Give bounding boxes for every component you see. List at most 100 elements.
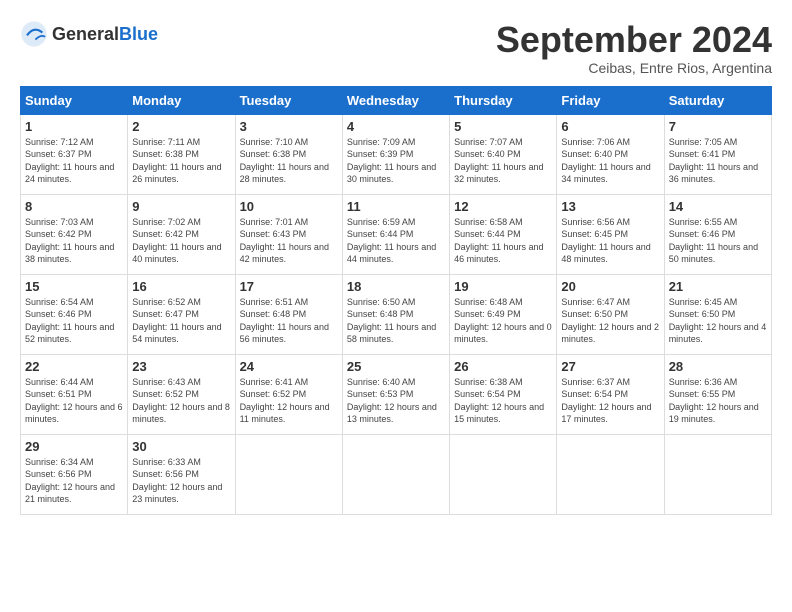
day-number: 28 [669,359,767,374]
calendar-cell: 12 Sunrise: 6:58 AMSunset: 6:44 PMDayligh… [450,194,557,274]
day-info: Sunrise: 6:58 AMSunset: 6:44 PMDaylight:… [454,216,552,266]
day-info: Sunrise: 7:10 AMSunset: 6:38 PMDaylight:… [240,136,338,186]
day-info: Sunrise: 6:38 AMSunset: 6:54 PMDaylight:… [454,376,552,426]
day-number: 29 [25,439,123,454]
day-info: Sunrise: 7:11 AMSunset: 6:38 PMDaylight:… [132,136,230,186]
calendar-cell: 26Sunrise: 6:38 AMSunset: 6:54 PMDayligh… [450,354,557,434]
day-info: Sunrise: 6:51 AMSunset: 6:48 PMDaylight:… [240,296,338,346]
day-info: Sunrise: 6:54 AMSunset: 6:46 PMDaylight:… [25,296,123,346]
day-number: 10 [240,199,338,214]
col-thursday: Thursday [450,86,557,114]
col-sunday: Sunday [21,86,128,114]
day-number: 23 [132,359,230,374]
col-wednesday: Wednesday [342,86,449,114]
day-number: 9 [132,199,230,214]
calendar-cell: 15 Sunrise: 6:54 AMSunset: 6:46 PMDayligh… [21,274,128,354]
day-info: Sunrise: 6:59 AMSunset: 6:44 PMDaylight:… [347,216,445,266]
day-info: Sunrise: 6:44 AMSunset: 6:51 PMDaylight:… [25,376,123,426]
calendar-cell: 4Sunrise: 7:09 AMSunset: 6:39 PMDaylight… [342,114,449,194]
calendar-cell [557,434,664,514]
day-info: Sunrise: 6:56 AMSunset: 6:45 PMDaylight:… [561,216,659,266]
day-info: Sunrise: 6:36 AMSunset: 6:55 PMDaylight:… [669,376,767,426]
week-row-2: 8 Sunrise: 7:03 AMSunset: 6:42 PMDaylight… [21,194,772,274]
day-info: Sunrise: 6:52 AMSunset: 6:47 PMDaylight:… [132,296,230,346]
day-number: 4 [347,119,445,134]
day-number: 3 [240,119,338,134]
day-number: 11 [347,199,445,214]
day-number: 20 [561,279,659,294]
day-number: 21 [669,279,767,294]
page-header: General Blue September 2024 Ceibas, Entr… [20,20,772,76]
day-info: Sunrise: 6:45 AMSunset: 6:50 PMDaylight:… [669,296,767,346]
calendar-table: Sunday Monday Tuesday Wednesday Thursday… [20,86,772,515]
day-number: 24 [240,359,338,374]
day-number: 14 [669,199,767,214]
calendar-cell [450,434,557,514]
calendar-cell: 20 Sunrise: 6:47 AMSunset: 6:50 PMDayligh… [557,274,664,354]
calendar-cell: 2 Sunrise: 7:11 AMSunset: 6:38 PMDaylight… [128,114,235,194]
month-title: September 2024 [496,20,772,60]
calendar-cell: 11 Sunrise: 6:59 AMSunset: 6:44 PMDayligh… [342,194,449,274]
calendar-cell: 30 Sunrise: 6:33 AMSunset: 6:56 PMDayligh… [128,434,235,514]
title-section: September 2024 Ceibas, Entre Rios, Argen… [496,20,772,76]
day-number: 2 [132,119,230,134]
day-number: 25 [347,359,445,374]
calendar-cell [235,434,342,514]
calendar-cell: 3 Sunrise: 7:10 AMSunset: 6:38 PMDaylight… [235,114,342,194]
week-row-3: 15 Sunrise: 6:54 AMSunset: 6:46 PMDayligh… [21,274,772,354]
col-saturday: Saturday [664,86,771,114]
day-info: Sunrise: 6:43 AMSunset: 6:52 PMDaylight:… [132,376,230,426]
day-info: Sunrise: 6:40 AMSunset: 6:53 PMDaylight:… [347,376,445,426]
day-number: 27 [561,359,659,374]
logo-icon [20,20,48,48]
calendar-cell: 28 Sunrise: 6:36 AMSunset: 6:55 PMDayligh… [664,354,771,434]
calendar-cell: 19 Sunrise: 6:48 AMSunset: 6:49 PMDayligh… [450,274,557,354]
calendar-cell: 21 Sunrise: 6:45 AMSunset: 6:50 PMDayligh… [664,274,771,354]
calendar-cell: 14Sunrise: 6:55 AMSunset: 6:46 PMDayligh… [664,194,771,274]
day-number: 8 [25,199,123,214]
day-info: Sunrise: 7:03 AMSunset: 6:42 PMDaylight:… [25,216,123,266]
day-number: 15 [25,279,123,294]
calendar-cell: 27 Sunrise: 6:37 AMSunset: 6:54 PMDayligh… [557,354,664,434]
day-info: Sunrise: 7:05 AMSunset: 6:41 PMDaylight:… [669,136,767,186]
week-row-4: 22Sunrise: 6:44 AMSunset: 6:51 PMDayligh… [21,354,772,434]
week-row-5: 29Sunrise: 6:34 AMSunset: 6:56 PMDayligh… [21,434,772,514]
calendar-cell: 17 Sunrise: 6:51 AMSunset: 6:48 PMDayligh… [235,274,342,354]
day-info: Sunrise: 7:07 AMSunset: 6:40 PMDaylight:… [454,136,552,186]
day-number: 17 [240,279,338,294]
day-number: 1 [25,119,123,134]
calendar-cell: 13 Sunrise: 6:56 AMSunset: 6:45 PMDayligh… [557,194,664,274]
calendar-cell: 25 Sunrise: 6:40 AMSunset: 6:53 PMDayligh… [342,354,449,434]
calendar-cell: 5 Sunrise: 7:07 AMSunset: 6:40 PMDaylight… [450,114,557,194]
location-subtitle: Ceibas, Entre Rios, Argentina [496,60,772,76]
day-number: 19 [454,279,552,294]
day-info: Sunrise: 6:47 AMSunset: 6:50 PMDaylight:… [561,296,659,346]
day-info: Sunrise: 6:50 AMSunset: 6:48 PMDaylight:… [347,296,445,346]
calendar-cell: 23 Sunrise: 6:43 AMSunset: 6:52 PMDayligh… [128,354,235,434]
calendar-cell: 9 Sunrise: 7:02 AMSunset: 6:42 PMDaylight… [128,194,235,274]
day-info: Sunrise: 6:48 AMSunset: 6:49 PMDaylight:… [454,296,552,346]
day-number: 7 [669,119,767,134]
calendar-cell: 6Sunrise: 7:06 AMSunset: 6:40 PMDaylight… [557,114,664,194]
col-monday: Monday [128,86,235,114]
calendar-cell: 22Sunrise: 6:44 AMSunset: 6:51 PMDayligh… [21,354,128,434]
logo-blue-text: Blue [119,25,158,43]
calendar-cell: 29Sunrise: 6:34 AMSunset: 6:56 PMDayligh… [21,434,128,514]
calendar-cell [342,434,449,514]
day-number: 12 [454,199,552,214]
day-number: 18 [347,279,445,294]
day-number: 13 [561,199,659,214]
day-info: Sunrise: 6:33 AMSunset: 6:56 PMDaylight:… [132,456,230,506]
day-number: 5 [454,119,552,134]
header-row: Sunday Monday Tuesday Wednesday Thursday… [21,86,772,114]
calendar-cell: 16 Sunrise: 6:52 AMSunset: 6:47 PMDayligh… [128,274,235,354]
calendar-cell [664,434,771,514]
day-info: Sunrise: 6:37 AMSunset: 6:54 PMDaylight:… [561,376,659,426]
day-number: 30 [132,439,230,454]
day-info: Sunrise: 7:06 AMSunset: 6:40 PMDaylight:… [561,136,659,186]
col-friday: Friday [557,86,664,114]
day-info: Sunrise: 7:02 AMSunset: 6:42 PMDaylight:… [132,216,230,266]
day-number: 16 [132,279,230,294]
col-tuesday: Tuesday [235,86,342,114]
calendar-cell: 1Sunrise: 7:12 AMSunset: 6:37 PMDaylight… [21,114,128,194]
